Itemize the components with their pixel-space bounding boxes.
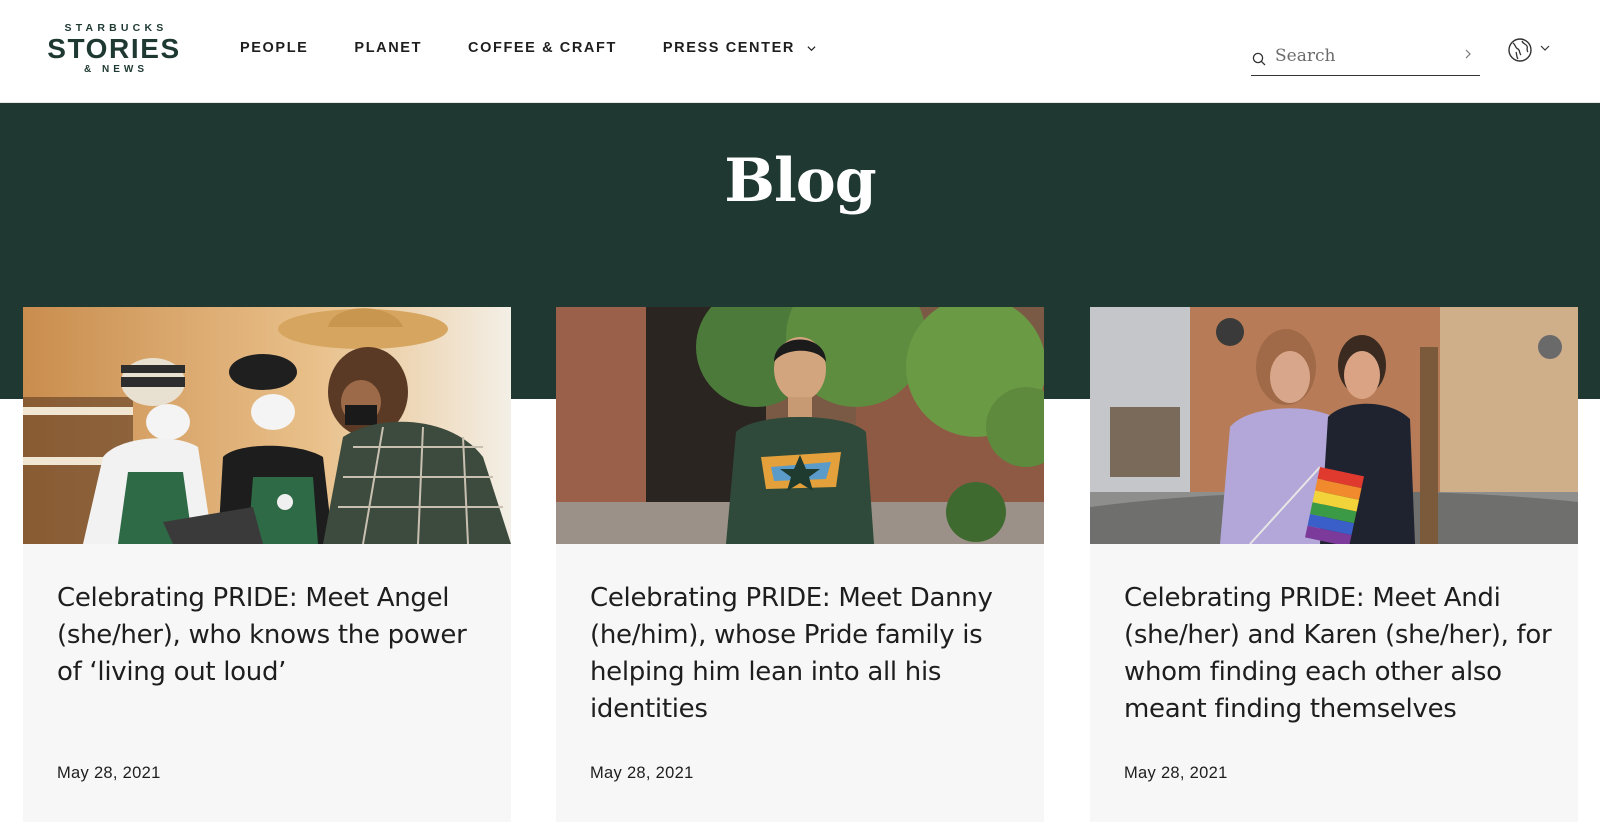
chevron-down-icon[interactable] (1540, 44, 1550, 53)
page-title: Blog (724, 146, 876, 216)
chevron-right-icon[interactable] (1464, 48, 1472, 60)
card-date: May 28, 2021 (57, 764, 161, 782)
logo-main-text: STORIES (47, 33, 181, 64)
nav-item-label: PEOPLE (240, 40, 309, 56)
nav-item-label: PRESS CENTER (662, 40, 795, 56)
site-header: STARBUCKS STORIES & NEWS PEOPLE PLANET C… (0, 0, 1600, 103)
nav-item-coffee-craft[interactable]: COFFEE & CRAFT (468, 40, 617, 56)
nav-item-people[interactable]: PEOPLE (240, 40, 308, 56)
search-icon (1252, 52, 1266, 65)
nav-item-press-center[interactable]: PRESS CENTER (663, 40, 816, 56)
search-bar (1251, 36, 1480, 76)
nav-item-label: COFFEE & CRAFT (468, 40, 617, 56)
site-logo[interactable]: STARBUCKS STORIES & NEWS (44, 22, 184, 76)
blog-card[interactable]: Celebrating PRIDE: Meet Angel (she/her),… (23, 307, 511, 822)
main-nav: PEOPLE PLANET COFFEE & CRAFT PRESS CENTE… (240, 40, 862, 56)
card-date: May 28, 2021 (1124, 764, 1228, 782)
card-title[interactable]: Celebrating PRIDE: Meet Angel (she/her),… (57, 580, 487, 691)
card-title[interactable]: Celebrating PRIDE: Meet Danny (he/him), … (590, 580, 1020, 728)
chevron-down-icon (807, 45, 816, 51)
card-image[interactable] (556, 307, 1044, 544)
card-image[interactable] (23, 307, 511, 544)
blog-card[interactable]: Celebrating PRIDE: Meet Andi (she/her) a… (1090, 307, 1578, 822)
blog-card[interactable]: Celebrating PRIDE: Meet Danny (he/him), … (556, 307, 1044, 822)
globe-icon[interactable] (1507, 37, 1533, 63)
logo-sub-text: & NEWS (84, 64, 148, 75)
card-date: May 28, 2021 (590, 764, 694, 782)
card-image[interactable] (1090, 307, 1578, 544)
nav-item-planet[interactable]: PLANET (354, 40, 422, 56)
card-title[interactable]: Celebrating PRIDE: Meet Andi (she/her) a… (1124, 580, 1554, 728)
search-input[interactable] (1275, 45, 1455, 66)
nav-item-label: PLANET (354, 40, 423, 56)
